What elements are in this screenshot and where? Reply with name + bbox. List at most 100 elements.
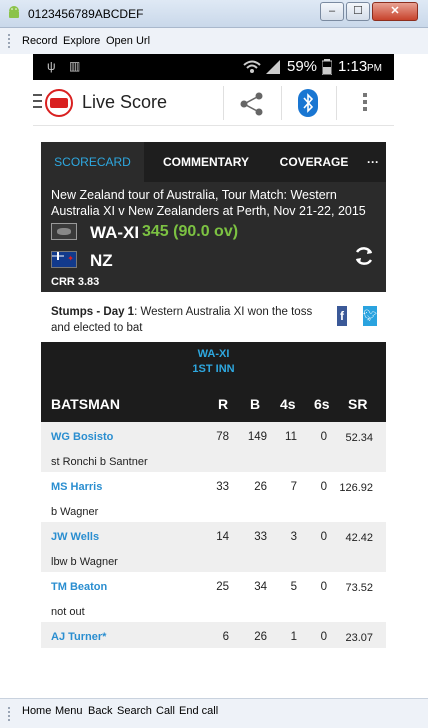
battery-percent: 59%	[287, 58, 318, 75]
dismissal: st Ronchi b Santner	[51, 456, 148, 468]
window-title: 0123456789ABCDEF	[28, 7, 144, 21]
match-status: Stumps - Day 1: Western Australia XI won…	[41, 296, 386, 340]
tab-scorecard[interactable]: SCORECARD	[41, 142, 144, 182]
col-sixes: 6s	[314, 396, 330, 412]
runs: 78	[216, 431, 229, 443]
tab-commentary[interactable]: COMMENTARY	[144, 142, 268, 182]
table-row: WG Bosisto st Ronchi b Santner 78 149 11…	[41, 422, 386, 472]
runs: 25	[216, 581, 229, 593]
team1-name: WA-XI	[90, 223, 140, 242]
balls: 26	[254, 481, 267, 493]
runs: 14	[216, 531, 229, 543]
app-logo	[45, 89, 73, 117]
table-row: AJ Turner* 6 26 1 0 23.07	[41, 622, 386, 648]
menu-open-url[interactable]: Open Url	[106, 35, 150, 47]
balls: 33	[254, 531, 267, 543]
runs: 6	[222, 631, 229, 643]
menu-drawer-icon[interactable]	[33, 94, 43, 112]
dismissal: not out	[51, 606, 85, 618]
refresh-icon[interactable]	[353, 245, 375, 267]
home-button[interactable]: Home	[22, 705, 51, 717]
col-balls: B	[250, 396, 261, 412]
menu-record[interactable]: Record	[22, 35, 57, 47]
close-button[interactable]: ✕	[372, 2, 418, 21]
innings-label: 1ST INN	[192, 363, 235, 375]
search-button[interactable]: Search	[117, 705, 152, 717]
batsman-name[interactable]: AJ Turner*	[51, 631, 106, 643]
sixes: 0	[320, 531, 327, 543]
menu-button[interactable]: Menu	[55, 705, 83, 717]
android-status-bar: ψ ▥ 59% 1:13 PM	[33, 54, 394, 80]
battery-icon	[322, 59, 332, 75]
strike-rate: 126.92	[339, 482, 373, 494]
fours: 11	[285, 431, 297, 443]
signal-icon	[266, 60, 280, 74]
call-button[interactable]: Call	[156, 705, 175, 717]
strike-rate: 52.34	[345, 432, 373, 444]
balls: 149	[247, 431, 267, 443]
share-icon[interactable]	[239, 92, 265, 116]
divider	[223, 86, 224, 120]
tab-coverage[interactable]: COVERAGE	[268, 142, 360, 182]
table-row: MS Harris b Wagner 33 26 7 0 126.92	[41, 472, 386, 522]
strike-rate: 73.52	[345, 582, 373, 594]
tab-more[interactable]: ···	[360, 142, 386, 182]
current-run-rate: CRR 3.83	[51, 276, 100, 288]
batsman-name[interactable]: JW Wells	[51, 531, 99, 543]
end-call-button[interactable]: End call	[179, 705, 218, 717]
team1-flag	[51, 223, 77, 240]
sixes: 0	[320, 481, 327, 493]
col-strike-rate: SR	[348, 396, 368, 412]
maximize-button[interactable]: ☐	[346, 2, 370, 21]
sixes: 0	[320, 431, 327, 443]
wifi-icon	[243, 60, 261, 73]
back-button[interactable]: Back	[88, 705, 112, 717]
window-titlebar: 0123456789ABCDEF – ☐ ✕	[0, 0, 428, 28]
table-row: JW Wells lbw b Wagner 14 33 3 0 42.42	[41, 522, 386, 572]
sixes: 0	[320, 631, 327, 643]
clock: 1:13	[338, 58, 368, 75]
strike-rate: 42.42	[345, 532, 373, 544]
balls: 26	[254, 631, 267, 643]
tab-bar: SCORECARD COMMENTARY COVERAGE ···	[41, 142, 386, 182]
menu-explore[interactable]: Explore	[63, 35, 100, 47]
menu-bar: Record Explore Open Url	[0, 28, 428, 54]
emulator-bottom-bar: Home Menu Back Search Call End call	[0, 698, 428, 728]
device-screen: ψ ▥ 59% 1:13 PM Live Score SCORECARD COM…	[33, 54, 394, 648]
toolbar-grip	[8, 707, 11, 721]
strike-rate: 23.07	[345, 632, 373, 644]
batsman-name[interactable]: MS Harris	[51, 481, 102, 493]
clock-ampm: PM	[367, 63, 382, 74]
fours: 3	[290, 531, 297, 543]
fours: 7	[290, 481, 297, 493]
innings-header: WA-XI 1ST INN BATSMAN R B 4s 6s SR	[41, 342, 386, 422]
toolbar-grip	[8, 34, 11, 48]
overflow-menu-icon[interactable]	[363, 93, 367, 114]
innings-team: WA-XI	[197, 348, 230, 360]
table-row: TM Beaton not out 25 34 5 0 73.52	[41, 572, 386, 622]
divider	[281, 86, 282, 120]
dismissal: lbw b Wagner	[51, 556, 118, 568]
match-header: New Zealand tour of Australia, Tour Matc…	[41, 182, 386, 292]
twitter-icon[interactable]: 🐦︎	[363, 306, 377, 326]
facebook-icon[interactable]: f	[337, 306, 347, 326]
team1-score: 345 (90.0 ov)	[142, 223, 239, 240]
batsman-name[interactable]: WG Bosisto	[51, 431, 113, 443]
divider	[336, 86, 337, 120]
runs: 33	[216, 481, 229, 493]
app-title: Live Score	[82, 92, 168, 112]
match-status-text: Stumps - Day 1: Western Australia XI won…	[51, 304, 321, 336]
bluetooth-icon[interactable]	[298, 89, 318, 117]
app-action-bar: Live Score	[33, 80, 394, 126]
batsman-name[interactable]: TM Beaton	[51, 581, 107, 593]
balls: 34	[254, 581, 267, 593]
col-fours: 4s	[280, 396, 296, 412]
team2-flag	[51, 251, 77, 268]
status-label: Stumps - Day 1	[51, 306, 135, 318]
batting-table: WG Bosisto st Ronchi b Santner 78 149 11…	[41, 422, 386, 648]
dismissal: b Wagner	[51, 506, 99, 518]
fours: 5	[290, 581, 297, 593]
minimize-button[interactable]: –	[320, 2, 344, 21]
android-icon	[9, 6, 19, 18]
col-batsman: BATSMAN	[51, 396, 120, 412]
